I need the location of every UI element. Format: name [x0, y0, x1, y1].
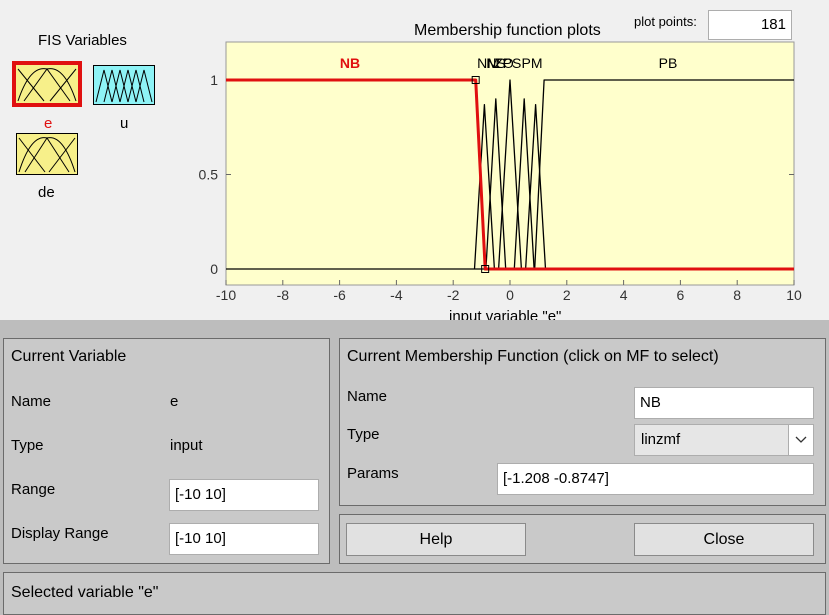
mf-name-input[interactable]: NB	[634, 387, 814, 419]
y-tick-label: 1	[210, 72, 218, 88]
x-tick-label: -10	[216, 287, 236, 303]
close-button[interactable]: Close	[634, 523, 814, 556]
help-button[interactable]: Help	[346, 523, 526, 556]
variable-name-label: Name	[11, 393, 52, 410]
y-tick-label: 0	[210, 261, 218, 277]
mf-label-ps: PS	[503, 55, 522, 71]
x-tick-label: 0	[506, 287, 514, 303]
y-tick-label: 0.5	[199, 167, 219, 183]
membership-function-plot[interactable]: 00.51-10 -8 -6 -4 -2 0 2 4 6 8 10NB NMNSZOPS PM PB	[0, 0, 829, 320]
mf-name-label: Name	[347, 388, 388, 405]
x-tick-label: 4	[620, 287, 628, 303]
variable-range-input[interactable]: [-10 10]	[169, 479, 319, 511]
mf-type-value: linzmf	[641, 431, 681, 448]
x-tick-label: 2	[563, 287, 571, 303]
mf-params-label: Params	[347, 465, 399, 482]
x-tick-label: -2	[447, 287, 460, 303]
mf-label-pm: PM	[522, 55, 543, 71]
mf-label-nb: NB	[340, 55, 360, 71]
x-tick-label: -6	[333, 287, 346, 303]
status-text: Selected variable "e"	[11, 584, 159, 601]
mf-label-pb: PB	[659, 55, 678, 71]
variable-type-value: input	[170, 437, 203, 454]
display-range-label: Display Range	[11, 525, 109, 542]
current-variable-title: Current Variable	[11, 348, 127, 365]
plot-area	[225, 41, 795, 286]
x-tick-label: -4	[390, 287, 403, 303]
display-range-input[interactable]: [-10 10]	[169, 523, 319, 555]
x-tick-label: -8	[277, 287, 290, 303]
mf-type-label: Type	[347, 426, 380, 443]
current-mf-title: Current Membership Function (click on MF…	[347, 348, 719, 365]
variable-type-label: Type	[11, 437, 44, 454]
mf-type-select[interactable]: linzmf	[634, 424, 814, 456]
x-tick-label: 8	[733, 287, 741, 303]
mf-params-input[interactable]: [-1.208 -0.8747]	[497, 463, 814, 495]
variable-range-label: Range	[11, 481, 56, 498]
x-tick-label: 10	[786, 287, 802, 303]
variable-name-value: e	[170, 393, 179, 410]
x-tick-label: 6	[677, 287, 685, 303]
chevron-down-icon[interactable]	[788, 425, 813, 455]
